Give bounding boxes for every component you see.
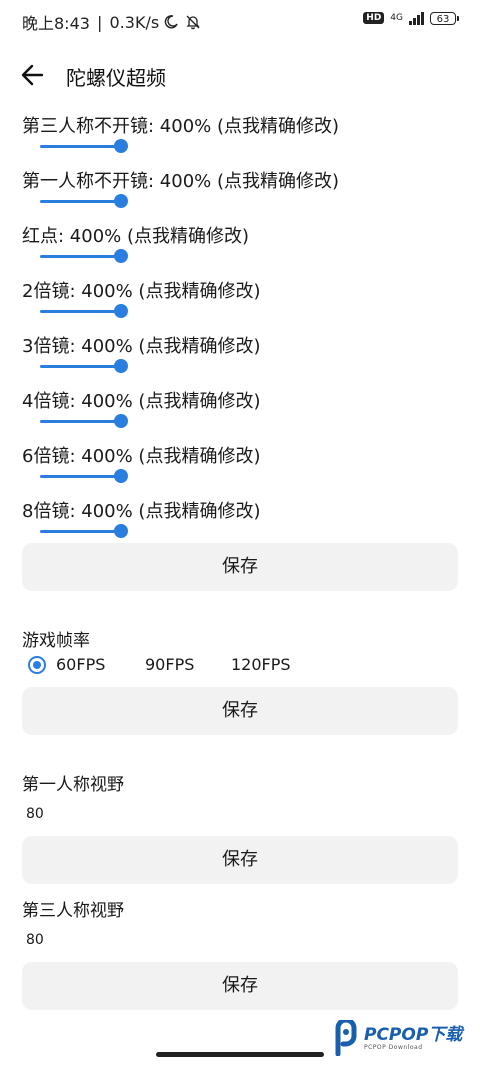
status-speed: 0.3K/s [109,12,160,32]
slider-track [40,530,120,533]
fps-option-90[interactable]: 90FPS [145,655,194,674]
watermark-text-block: PCPOP下载 PCPOP Download [364,1026,462,1051]
signal-icon [409,11,424,25]
watermark: PCPOP下载 PCPOP Download [332,1020,462,1056]
slider-4x[interactable] [40,414,128,428]
fov-third-title: 第三人称视野 [22,901,124,921]
slider-track [40,475,120,478]
slider-8x[interactable] [40,524,128,538]
slider-track [40,255,120,258]
app-header: 陀螺仪超频 [0,56,480,96]
fov-first-title: 第一人称视野 [22,775,124,795]
save-fov-first-button[interactable]: 保存 [22,836,458,884]
slider-thumb[interactable] [114,139,128,153]
fps-option-label: 60FPS [56,655,106,674]
network-type: 4G [390,12,403,23]
slider-thumb[interactable] [114,249,128,263]
slider-3x[interactable] [40,359,128,373]
fps-section-title: 游戏帧率 [22,631,90,651]
slider-label-4x[interactable]: 4倍镜: 400% (点我精确修改) [22,387,260,413]
slider-thumb[interactable] [114,304,128,318]
status-right: HD 4G 63 [363,11,459,25]
slider-label-red-dot[interactable]: 红点: 400% (点我精确修改) [22,222,249,248]
status-time: 晚上8:43 [22,14,90,33]
slider-label-6x[interactable]: 6倍镜: 400% (点我精确修改) [22,442,260,468]
slider-thumb[interactable] [114,194,128,208]
pcpop-logo-icon [335,1020,357,1056]
save-fps-button[interactable]: 保存 [22,687,458,735]
slider-track [40,365,120,368]
watermark-text: PCPOP下载 [364,1024,463,1045]
slider-label-first-person[interactable]: 第一人称不开镜: 400% (点我精确修改) [22,167,339,193]
slider-label-8x[interactable]: 8倍镜: 400% (点我精确修改) [22,497,260,523]
page-title: 陀螺仪超频 [66,66,166,90]
slider-label-2x[interactable]: 2倍镜: 400% (点我精确修改) [22,277,260,303]
slider-track [40,420,120,423]
slider-2x[interactable] [40,304,128,318]
slider-thumb[interactable] [114,469,128,483]
battery-icon: 63 [430,11,459,25]
radio-checked-icon [28,655,46,674]
slider-track [40,200,120,203]
slider-6x[interactable] [40,469,128,483]
status-separator: | [91,12,108,32]
slider-red-dot[interactable] [40,249,128,263]
moon-icon [164,15,178,29]
fps-option-label: 120FPS [231,655,291,674]
slider-track [40,145,120,148]
slider-third-person[interactable] [40,139,128,153]
save-sensitivity-button[interactable]: 保存 [22,543,458,591]
slider-label-third-person[interactable]: 第三人称不开镜: 400% (点我精确修改) [22,112,339,138]
battery-level: 63 [436,13,450,25]
fps-option-60[interactable]: 60FPS [28,655,105,674]
save-fov-third-button[interactable]: 保存 [22,962,458,1010]
slider-track [40,310,120,313]
slider-thumb[interactable] [114,414,128,428]
slider-thumb[interactable] [114,524,128,538]
slider-thumb[interactable] [114,359,128,373]
home-indicator[interactable] [156,1052,324,1057]
bell-muted-icon [186,15,200,30]
watermark-subtext: PCPOP Download [364,1043,423,1051]
slider-first-person[interactable] [40,194,128,208]
fov-third-value[interactable]: 80 [26,932,44,948]
fps-option-label: 90FPS [145,655,195,674]
status-left: 晚上8:43 | 0.3K/s [22,10,201,34]
back-arrow-icon[interactable] [20,62,46,88]
status-bar: 晚上8:43 | 0.3K/s HD 4G 63 [0,0,480,40]
slider-label-3x[interactable]: 3倍镜: 400% (点我精确修改) [22,332,260,358]
fov-first-value[interactable]: 80 [26,806,44,822]
hd-badge: HD [363,12,385,24]
fps-option-120[interactable]: 120FPS [231,655,291,674]
